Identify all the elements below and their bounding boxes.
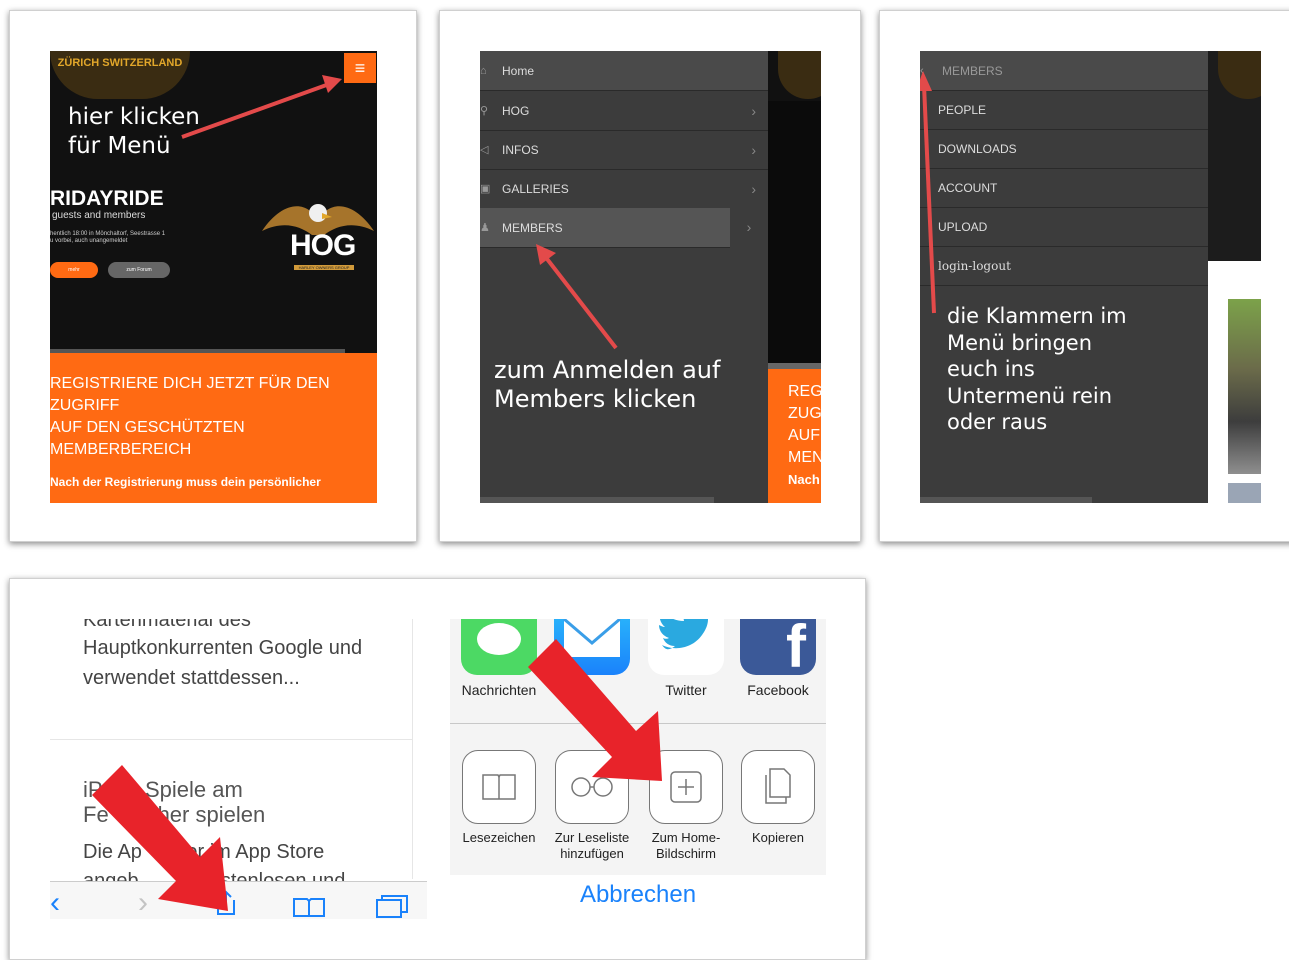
gallery-photo [1228, 299, 1261, 474]
forum-button[interactable]: zum Forum [108, 262, 170, 278]
screenshot-side-menu: ⌂ Home ⚲ HOG › ◁ INFOS › ▣ GALLERIES › ♟ MEMBERS… [480, 51, 821, 503]
screenshot-safari-article: Kartenmaterial des Hauptkonkurrenten Goo… [50, 619, 427, 919]
tutorial-card-4: Kartenmaterial des Hauptkonkurrenten Goo… [9, 578, 866, 960]
annotation-arrow [920, 71, 936, 314]
red-arrow-share [92, 765, 228, 911]
annotation-brackets: die Klammern im Menü bringen euch ins Un… [947, 304, 1127, 434]
page-behind-menu [1208, 51, 1261, 503]
annotation-arrow [181, 75, 342, 139]
hero-subtitle: guests and members [52, 210, 146, 221]
hog-eagle-logo: HOG HARLEY OWNERS GROUP [262, 191, 374, 287]
tutorial-card-3: ‹ MEMBERS PEOPLE DOWNLOADS ACCOUNT UPLOAD… [879, 10, 1289, 542]
screenshot-menu-button: ZÜRICH SWITZERLAND ≡ hier klicken für Me… [50, 51, 377, 503]
hero-detail-1: hentlich 18:00 in Mönchaltorf, Seestrass… [50, 231, 166, 237]
menu-bottom-border [920, 497, 1092, 503]
tutorial-card-2: ⌂ Home ⚲ HOG › ◁ INFOS › ▣ GALLERIES › ♟ MEMBERS… [439, 10, 861, 542]
annotation-login-members: zum Anmelden auf Members klicken [494, 356, 721, 413]
more-button[interactable]: mehr [50, 262, 98, 278]
chapter-logo [1218, 51, 1261, 99]
hero-detail-2: u vorbei, auch unangemeldet [50, 238, 128, 244]
screenshot-share-sheet: f Nachrichten Twitter Facebook Lesezeich… [450, 619, 826, 915]
register-banner: REGISTRIERE DICH JETZT FÜR DEN ZUGRIFF A… [50, 353, 377, 503]
screenshot-submenu: ‹ MEMBERS PEOPLE DOWNLOADS ACCOUNT UPLOAD… [920, 51, 1261, 503]
menu-bottom-border [480, 497, 714, 503]
red-arrow-home-screen [528, 639, 662, 781]
annotation-arrow [536, 244, 618, 350]
hero-title: RIDAYRIDE [50, 187, 164, 210]
tutorial-card-1: ZÜRICH SWITZERLAND ≡ hier klicken für Me… [9, 10, 417, 542]
